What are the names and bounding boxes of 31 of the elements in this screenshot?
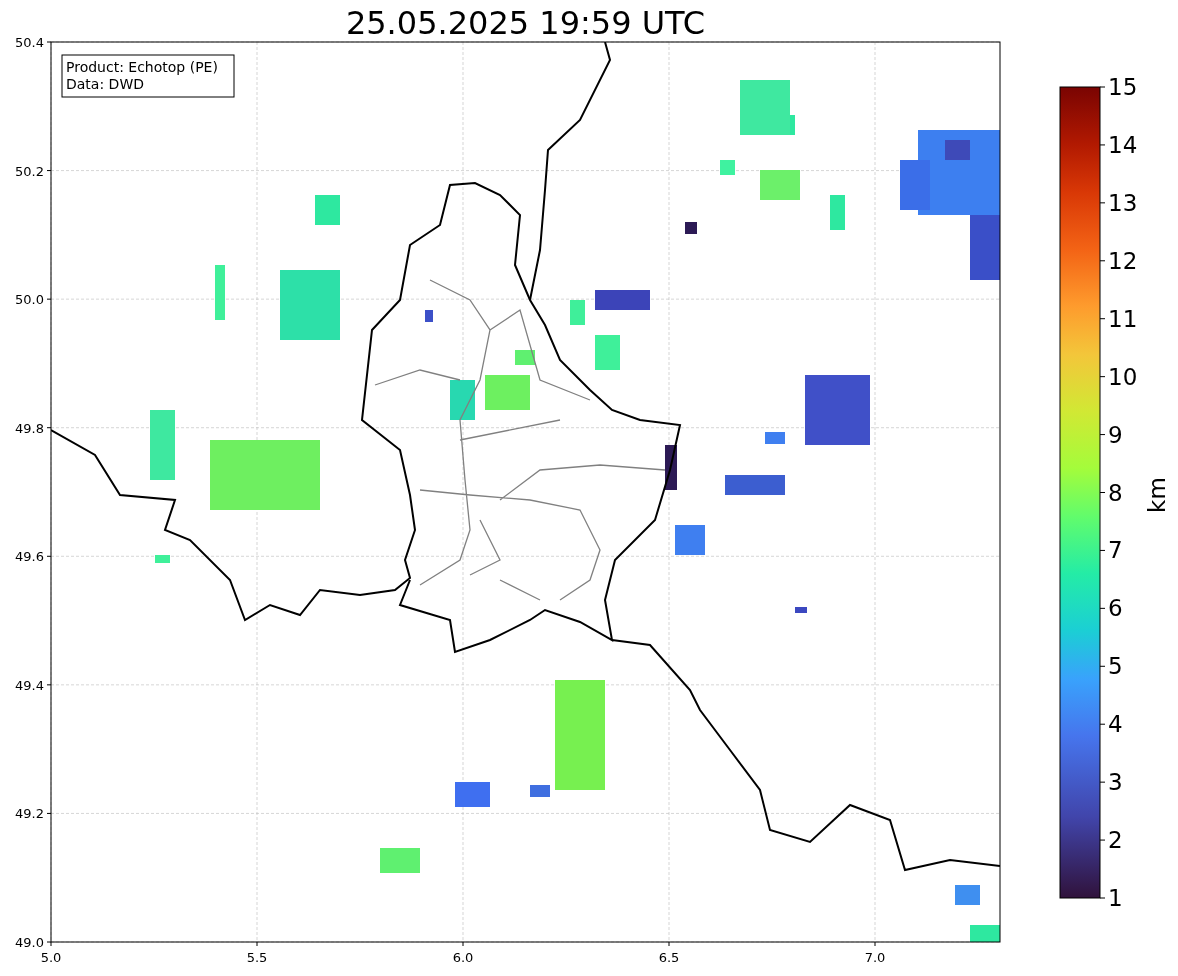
colorbar-tick-label: 4 [1108,711,1123,738]
colorbar-tick-label: 10 [1108,363,1138,390]
colorbar-tick-label: 2 [1108,827,1123,854]
colorbar-tick-label: 14 [1108,131,1138,158]
y-tick-label: 49.2 [15,806,44,822]
colorbar-tick-label: 3 [1108,769,1123,796]
info-box: Product: Echotop (PE) Data: DWD [61,54,235,98]
y-tick-label: 50.2 [15,163,44,179]
colorbar-tick-label: 13 [1108,189,1138,216]
y-tick-label: 49.0 [15,935,44,950]
y-tick-label: 49.6 [15,549,44,565]
x-tick-label: 6.5 [658,950,680,965]
colorbar-tick-label: 15 [1108,74,1138,100]
y-tick-label: 49.4 [15,677,44,693]
colorbar-tick-label: 7 [1108,537,1123,564]
x-tick-label: 5.0 [40,950,62,965]
colorbar-tick-label: 6 [1108,595,1123,622]
colorbar-tick-label: 9 [1108,421,1123,448]
x-tick-label: 5.5 [246,950,268,965]
chart-title: 25.05.2025 19:59 UTC [345,4,706,42]
colorbar-label: km [1144,477,1170,513]
colorbar-tick-label: 12 [1108,247,1138,274]
colorbar-tick-label: 11 [1108,305,1138,332]
colorbar-tick-label: 8 [1108,479,1123,506]
colorbar-tick-label: 5 [1108,653,1123,680]
x-tick-label: 6.0 [452,950,474,965]
x-tick-label: 7.0 [864,950,886,965]
colorbar-tick-label: 1 [1108,885,1123,911]
y-tick-label: 49.8 [15,420,44,436]
y-tick-label: 50.4 [15,35,44,50]
y-tick-label: 50.0 [15,292,44,308]
